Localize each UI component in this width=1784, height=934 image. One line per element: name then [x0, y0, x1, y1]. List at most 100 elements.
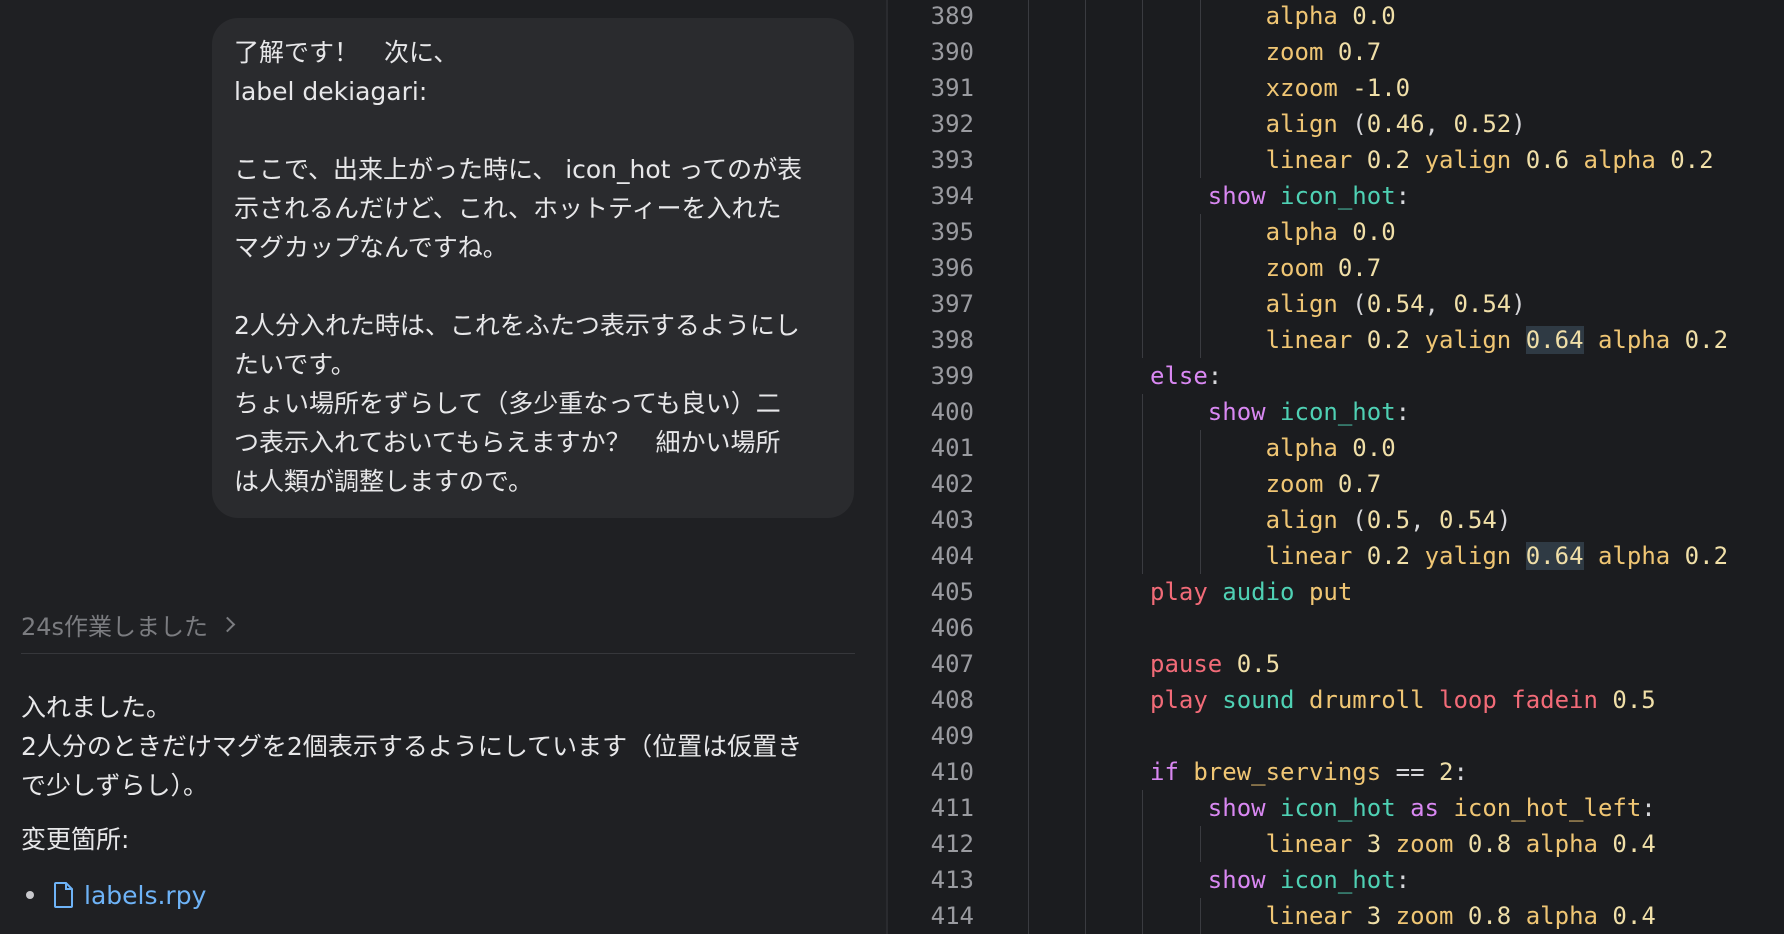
code-token: alpha — [1265, 434, 1338, 462]
line-number: 414 — [930, 902, 974, 930]
line-number: 396 — [930, 254, 974, 282]
code-line: alpha 0.0 — [1266, 214, 1396, 250]
code-token: alpha — [1265, 218, 1338, 246]
code-token: ) — [1511, 110, 1526, 138]
code-token: zoom — [1265, 470, 1324, 498]
code-token: linear — [1265, 830, 1353, 858]
assistant-reply: 入れました。 2人分のときだけマグを2個表示するようにしています（位置は仮置き … — [21, 693, 803, 800]
code-token: brew_servings — [1193, 758, 1382, 786]
code-token: 0.6 — [1525, 146, 1570, 174]
code-token: linear — [1265, 146, 1353, 174]
line-number: 409 — [930, 722, 974, 750]
line-number: 397 — [930, 290, 974, 318]
code-token: as — [1410, 794, 1439, 822]
code-token: 0.5 — [1366, 506, 1411, 534]
line-number: 400 — [930, 398, 974, 426]
chat-panel: 了解です！ 次に、 label dekiagari: ここで、出来上がった時に、… — [0, 0, 886, 934]
indent-guide — [1142, 0, 1143, 358]
work-status-toggle[interactable]: 24s作業しました — [21, 604, 236, 644]
code-token: align — [1265, 506, 1338, 534]
code-line: show icon_hot: — [1208, 862, 1410, 898]
code-token: sound — [1222, 686, 1295, 714]
indent-guide — [1199, 826, 1201, 862]
line-number: 392 — [930, 110, 974, 138]
code-token: 0.0 — [1352, 218, 1396, 246]
line-number: 389 — [930, 2, 974, 30]
code-token: 0.5 — [1612, 686, 1656, 714]
code-token: == — [1381, 758, 1439, 786]
code-token: : — [1395, 866, 1411, 894]
changes-label: 変更箇所: — [21, 825, 130, 854]
file-link[interactable]: labels.rpy — [52, 881, 206, 910]
indent-guide — [1199, 0, 1201, 178]
code-line: linear 3 zoom 0.8 alpha 0.4 — [1266, 826, 1656, 862]
code-line: zoom 0.7 — [1266, 250, 1382, 286]
code-token: put — [1308, 578, 1353, 606]
code-line: zoom 0.7 — [1266, 34, 1382, 70]
file-icon — [54, 882, 73, 908]
code-token: 0.2 — [1684, 326, 1729, 354]
indent-guide — [1199, 214, 1201, 358]
code-token: fadein — [1511, 686, 1598, 714]
code-token: linear — [1265, 902, 1353, 930]
code-token: icon_hot — [1280, 398, 1396, 426]
code-editor[interactable]: 389 390 391 392 393 394 395 396 397 398 399 400 401 4… — [888, 0, 1784, 934]
code-token: yalign — [1424, 542, 1512, 570]
code-token: : — [1395, 398, 1411, 426]
code-token: alpha — [1597, 326, 1671, 354]
code-token: alpha — [1525, 830, 1598, 858]
line-number: 398 — [930, 326, 974, 354]
code-token: 0.46 — [1366, 110, 1425, 138]
line-number: 408 — [930, 686, 974, 714]
code-token: 0.7 — [1337, 38, 1382, 66]
code-token: 3 — [1366, 902, 1382, 930]
code-token: linear — [1265, 542, 1353, 570]
code-token: 0.7 — [1337, 470, 1382, 498]
code-line: pause 0.5 — [1150, 646, 1280, 682]
code-line: play audio put — [1150, 574, 1352, 610]
code-token: 3 — [1366, 830, 1382, 858]
code-token: audio — [1222, 578, 1295, 606]
code-token: icon_hot_left — [1453, 794, 1642, 822]
indent-guide — [1142, 790, 1143, 934]
code-line: show icon_hot: — [1208, 394, 1410, 430]
code-line: zoom 0.7 — [1266, 466, 1382, 502]
line-number: 401 — [930, 434, 974, 462]
code-token: 0.0 — [1352, 2, 1396, 30]
code-token: pause — [1150, 650, 1223, 678]
code-token: ( — [1337, 506, 1367, 534]
indent-guide — [1199, 430, 1201, 574]
code-line: alpha 0.0 — [1266, 0, 1396, 34]
indent-guide — [1199, 898, 1201, 934]
code-token: alpha — [1525, 902, 1598, 930]
code-token: linear — [1265, 326, 1353, 354]
gutter-border — [1028, 0, 1029, 934]
code-token: zoom — [1395, 830, 1454, 858]
code-token: alpha — [1265, 2, 1338, 30]
code-token: show — [1207, 182, 1266, 210]
